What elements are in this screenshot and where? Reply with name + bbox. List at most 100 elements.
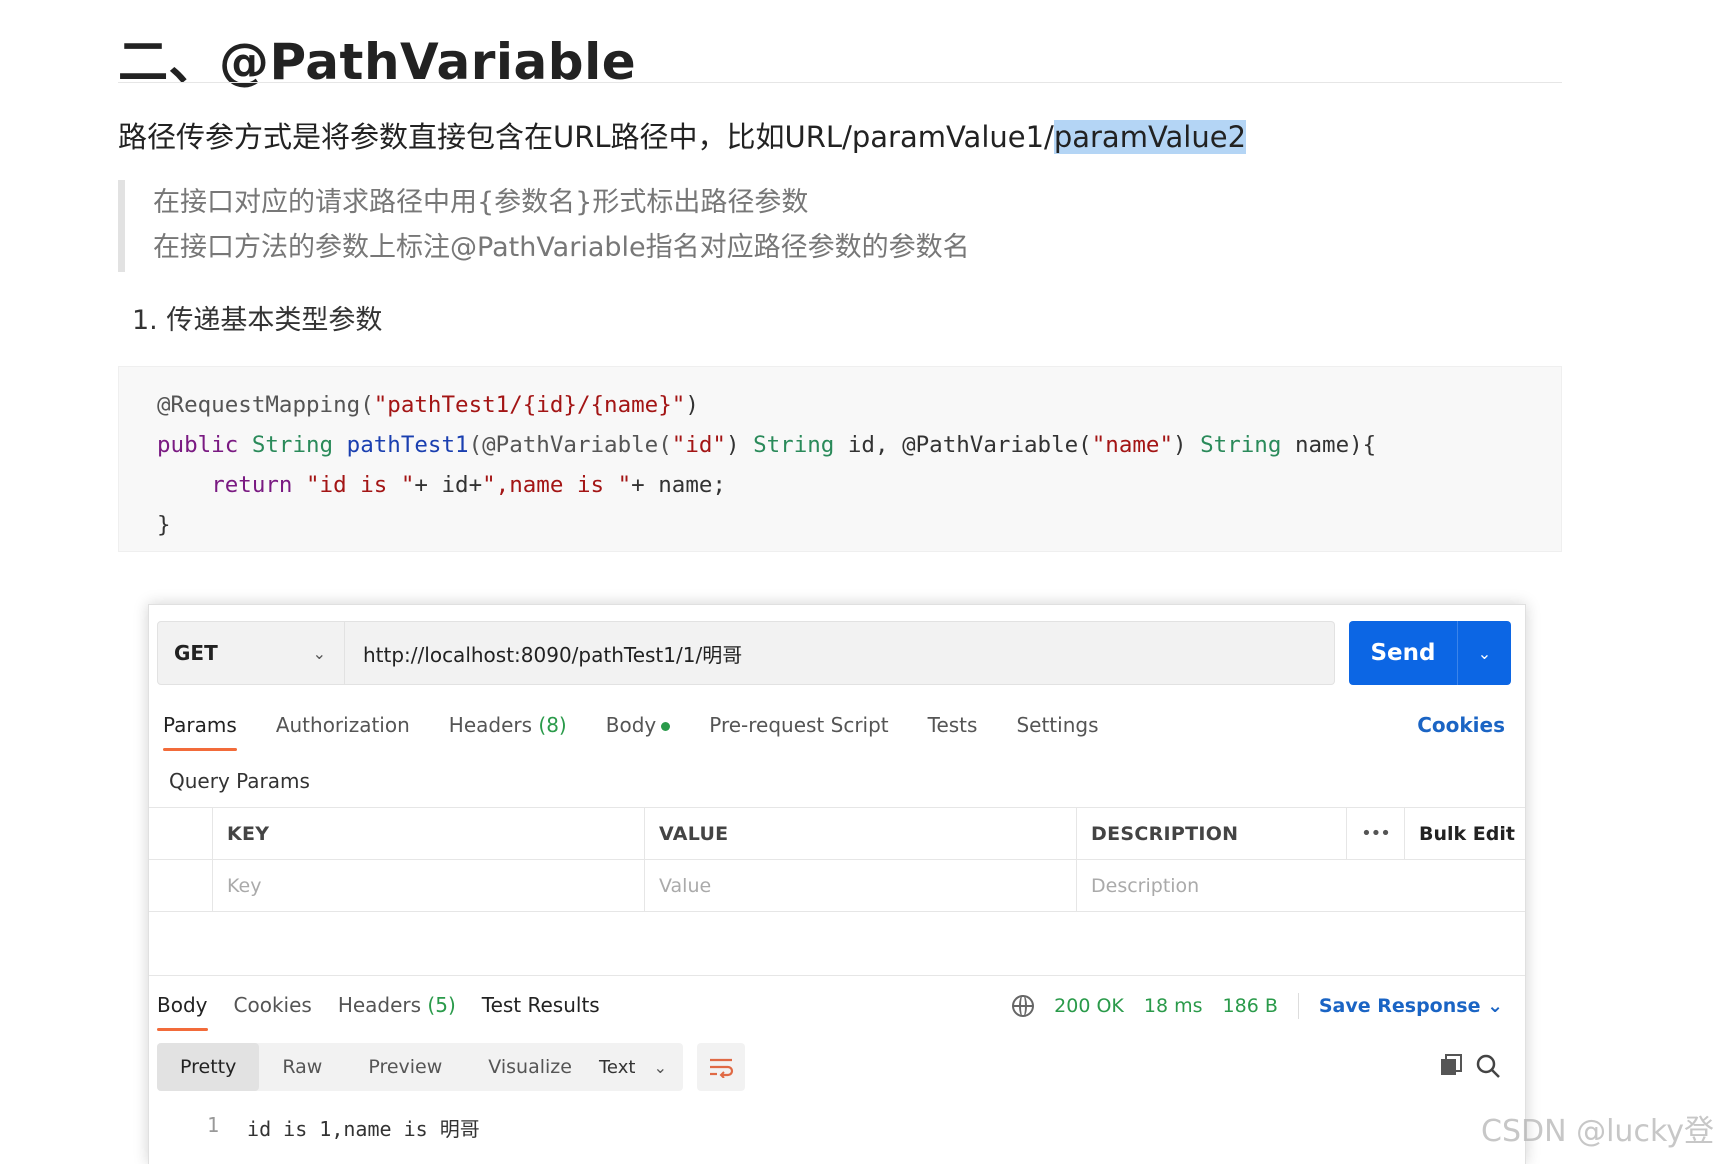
code-token: String (753, 432, 835, 458)
checkbox-column-header (149, 808, 213, 859)
description-input[interactable]: Description (1077, 860, 1461, 911)
send-options-chevron-icon[interactable]: ⌄ (1458, 644, 1511, 663)
status-separator (1297, 993, 1299, 1019)
title-divider (118, 82, 1562, 83)
tab-prerequest-script[interactable]: Pre-request Script (709, 713, 888, 751)
code-token: @RequestMapping( (157, 392, 374, 418)
code-token: (@PathVariable( (468, 432, 672, 458)
chevron-down-icon: ⌄ (1487, 995, 1503, 1017)
url-text: http://localhost:8090/pathTest1/1/明哥 (363, 642, 743, 667)
code-token: ) (1173, 432, 1187, 458)
tab-body[interactable]: Body (606, 713, 671, 751)
watermark: CSDN @lucky登 (1481, 1114, 1714, 1149)
code-line-1: @RequestMapping("pathTest1/{id}/{name}") (157, 385, 1523, 425)
response-tab-headers[interactable]: Headers (5) (338, 993, 456, 1031)
tab-headers-count: (8) (538, 713, 567, 737)
code-token: ",name is " (482, 472, 632, 498)
save-response-button[interactable]: Save Response ⌄ (1319, 995, 1503, 1017)
wrap-lines-icon (710, 1058, 734, 1078)
code-token: "id is " (306, 472, 415, 498)
wrap-lines-button[interactable] (697, 1043, 745, 1091)
method-select[interactable]: GET ⌄ (157, 621, 345, 685)
request-tabs: Params Authorization Headers (8) Body Pr… (163, 713, 1098, 751)
query-params-label: Query Params (169, 769, 310, 793)
response-tab-test-results[interactable]: Test Results (482, 993, 600, 1031)
code-token: String (251, 432, 334, 458)
response-view-switcher: Pretty Raw Preview Visualize (157, 1043, 595, 1091)
view-pretty[interactable]: Pretty (157, 1043, 260, 1091)
intro-text: 路径传参方式是将参数直接包含在URL路径中，比如URL/paramValue1/ (118, 120, 1054, 154)
response-size[interactable]: 186 B (1223, 995, 1278, 1017)
tab-headers-label: Headers (448, 713, 533, 737)
code-token: "pathTest1/{id}/{name}" (373, 392, 686, 418)
code-line-2: public String pathTest1(@PathVariable("i… (157, 425, 1523, 465)
chevron-down-icon: ⌄ (653, 1057, 667, 1077)
format-label: Text (599, 1056, 636, 1078)
code-token: pathTest1 (346, 432, 469, 458)
method-label: GET (174, 641, 218, 665)
line-number: 1 (207, 1113, 220, 1137)
response-tabs: Body Cookies Headers (5) Test Results (157, 993, 600, 1031)
blockquote: 在接口对应的请求路径中用{参数名}形式标出路径参数 在接口方法的参数上标注@Pa… (118, 180, 1118, 272)
tab-tests[interactable]: Tests (928, 713, 978, 751)
query-params-table: KEY VALUE DESCRIPTION ••• Bulk Edit Key … (149, 807, 1525, 912)
copy-icon[interactable] (1439, 1053, 1463, 1077)
quote-line-2: 在接口方法的参数上标注@PathVariable指名对应路径参数的参数名 (153, 232, 970, 263)
body-indicator-dot (661, 722, 671, 731)
code-token: String (1200, 432, 1282, 458)
response-body-line: 1 id is 1,name is 明哥 (207, 1113, 480, 1142)
more-options-icon[interactable]: ••• (1347, 808, 1405, 859)
table-header-row: KEY VALUE DESCRIPTION ••• Bulk Edit (149, 808, 1525, 860)
value-input[interactable]: Value (645, 860, 1077, 911)
doc-title: 二、@PathVariable (118, 33, 637, 91)
code-token: + id+ (414, 472, 483, 498)
key-input[interactable]: Key (213, 860, 645, 911)
response-divider (149, 975, 1525, 976)
list-item-basic-types: 1. 传递基本类型参数 (132, 305, 383, 336)
response-body-text: id is 1,name is 明哥 (247, 1117, 480, 1141)
view-raw[interactable]: Raw (259, 1043, 345, 1091)
tab-headers[interactable]: Headers (8) (449, 713, 567, 751)
send-label: Send (1370, 640, 1436, 666)
code-token: + name; (631, 472, 726, 498)
intro-paragraph: 路径传参方式是将参数直接包含在URL路径中，比如URL/paramValue1/… (118, 114, 1247, 156)
response-tab-body[interactable]: Body (157, 993, 208, 1031)
key-column-header: KEY (213, 808, 645, 859)
row-checkbox-cell (149, 860, 213, 911)
code-token: ) (725, 432, 740, 458)
format-select[interactable]: Text ⌄ (583, 1043, 683, 1091)
description-column-header: DESCRIPTION (1077, 808, 1347, 859)
url-input[interactable]: http://localhost:8090/pathTest1/1/明哥 (345, 621, 1335, 685)
tab-params[interactable]: Params (163, 713, 237, 751)
postman-panel: GET ⌄ http://localhost:8090/pathTest1/1/… (148, 604, 1526, 1164)
tab-authorization[interactable]: Authorization (276, 713, 410, 751)
code-token: id, @PathVariable( (847, 432, 1092, 458)
quote-line-1: 在接口对应的请求路径中用{参数名}形式标出路径参数 (153, 187, 809, 218)
view-visualize[interactable]: Visualize (465, 1043, 595, 1091)
tab-settings[interactable]: Settings (1016, 713, 1098, 751)
code-token: ) (685, 392, 699, 418)
code-block: @RequestMapping("pathTest1/{id}/{name}")… (118, 366, 1562, 552)
code-line-4: } (157, 512, 171, 538)
cookies-link[interactable]: Cookies (1417, 713, 1505, 737)
bulk-edit-button[interactable]: Bulk Edit (1405, 808, 1525, 859)
chevron-down-icon: ⌄ (312, 643, 326, 663)
response-status-bar: 200 OK 18 ms 186 B Save Response ⌄ (1012, 993, 1503, 1019)
code-line-3: return "id is "+ id+",name is "+ name; (157, 465, 1523, 505)
response-headers-count: (5) (427, 993, 456, 1017)
value-column-header: VALUE (645, 808, 1077, 859)
table-row: Key Value Description (149, 860, 1525, 912)
response-headers-label: Headers (337, 993, 422, 1017)
view-preview[interactable]: Preview (345, 1043, 465, 1091)
send-button[interactable]: Send ⌄ (1349, 621, 1511, 685)
tab-body-label: Body (605, 713, 657, 737)
globe-icon[interactable] (1012, 995, 1035, 1017)
response-time[interactable]: 18 ms (1144, 995, 1203, 1017)
code-token: return (211, 472, 293, 498)
response-tab-cookies[interactable]: Cookies (234, 993, 312, 1031)
code-token: "id" (671, 432, 726, 458)
save-response-label: Save Response (1318, 995, 1481, 1017)
status-code[interactable]: 200 OK (1054, 995, 1124, 1017)
code-token: public (157, 432, 239, 458)
search-icon[interactable] (1475, 1053, 1501, 1079)
